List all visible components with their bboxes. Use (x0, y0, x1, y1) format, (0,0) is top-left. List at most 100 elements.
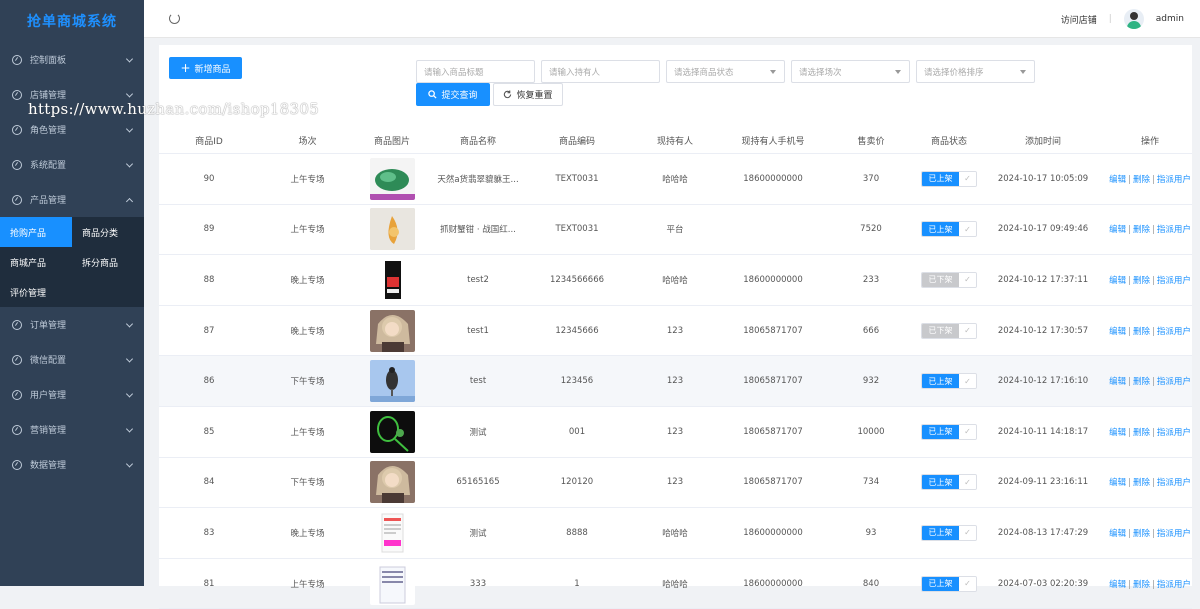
edit-link[interactable]: 编辑 (1109, 377, 1126, 387)
delete-link[interactable]: 删除 (1133, 327, 1150, 337)
cell-session: 上午专场 (290, 579, 325, 590)
assign-user-link[interactable]: 指派用户 (1157, 175, 1191, 185)
product-image-cell (356, 360, 428, 403)
delete-link[interactable]: 删除 (1133, 428, 1150, 438)
price-sort-select[interactable]: 请选择价格排序 (916, 60, 1035, 83)
delete-link[interactable]: 删除 (1133, 580, 1150, 590)
status-label: 已上架 (922, 374, 959, 389)
delete-link[interactable]: 删除 (1133, 529, 1150, 539)
dashboard-icon (12, 194, 22, 205)
assign-user-link[interactable]: 指派用户 (1157, 529, 1191, 539)
title-filter-input[interactable]: 请输入商品标题 (416, 60, 535, 83)
status-switch[interactable]: 已上架 ✓ (921, 423, 977, 440)
assign-user-link[interactable]: 指派用户 (1157, 478, 1191, 488)
submenu-item[interactable]: 评价管理 (0, 277, 72, 307)
edit-link[interactable]: 编辑 (1109, 428, 1126, 438)
edit-link[interactable]: 编辑 (1109, 327, 1126, 337)
product-image (369, 410, 415, 453)
refresh-icon[interactable] (169, 13, 180, 24)
submit-query-button[interactable]: 提交查询 (416, 83, 490, 106)
dashboard-icon (12, 159, 22, 170)
sidebar-item[interactable]: 用户管理 (0, 377, 144, 412)
table-row: 87 晚上专场 test1 12345666 123 18065871707 666 已下架 ✓… (159, 306, 1192, 357)
product-image-cell (356, 157, 428, 200)
status-select[interactable]: 请选择商品状态 (666, 60, 785, 83)
cell-session: 下午专场 (290, 478, 325, 489)
column-header: 现持有人手机号 (741, 137, 805, 147)
edit-link[interactable]: 编辑 (1109, 225, 1126, 235)
main-content: + 新增商品 请输入商品标题 请输入持有人 请选择商品状态 请选择场次 请选择价… (159, 45, 1192, 609)
delete-link[interactable]: 删除 (1133, 276, 1150, 286)
owner-filter-input[interactable]: 请输入持有人 (541, 60, 660, 83)
sidebar-item[interactable]: 营销管理 (0, 412, 144, 447)
status-switch[interactable]: 已上架 ✓ (921, 524, 977, 541)
cell-time: 2024-10-12 17:30:57 (997, 325, 1089, 336)
avatar[interactable] (1123, 9, 1144, 29)
assign-user-link[interactable]: 指派用户 (1157, 276, 1191, 286)
assign-user-link[interactable]: 指派用户 (1157, 225, 1191, 235)
user-name[interactable]: admin (1156, 14, 1184, 24)
cell-code: 1 (574, 578, 580, 589)
sidebar-item[interactable]: 微信配置 (0, 342, 144, 377)
cell-code: 001 (568, 426, 586, 437)
product-thumbnail (369, 360, 415, 403)
status-switch[interactable]: 已上架 ✓ (921, 221, 977, 238)
reset-button[interactable]: 恢复重置 (493, 83, 563, 106)
submenu-item[interactable]: 商城产品 (0, 247, 72, 277)
status-switch[interactable]: 已下架 ✓ (921, 322, 977, 339)
chevron-down-icon (125, 354, 134, 363)
assign-user-link[interactable]: 指派用户 (1157, 377, 1191, 387)
plus-icon: + (180, 61, 191, 75)
delete-link[interactable]: 删除 (1133, 175, 1150, 185)
status-switch[interactable]: 已上架 ✓ (921, 575, 977, 592)
column-header: 场次 (298, 137, 317, 147)
cell-code: TEXT0031 (555, 173, 599, 184)
delete-link[interactable]: 删除 (1133, 377, 1150, 387)
dashboard-icon (12, 424, 22, 435)
sidebar-item[interactable]: 订单管理 (0, 307, 144, 342)
sidebar-item-label: 角色管理 (30, 126, 67, 136)
assign-user-link[interactable]: 指派用户 (1157, 327, 1191, 337)
edit-link[interactable]: 编辑 (1109, 478, 1126, 488)
cell-name: test1 (467, 325, 489, 336)
chevron-down-icon (770, 70, 776, 74)
product-thumbnail (369, 157, 415, 200)
product-image (369, 309, 415, 352)
delete-link[interactable]: 删除 (1133, 225, 1150, 235)
table-row: 85 上午专场 测试 001 123 18065871707 10000 已上架 ✓ 2024-1… (159, 407, 1192, 458)
edit-link[interactable]: 编辑 (1109, 175, 1126, 185)
status-switch[interactable]: 已上架 ✓ (921, 474, 977, 491)
assign-user-link[interactable]: 指派用户 (1157, 428, 1191, 438)
column-header: 售卖价 (857, 137, 885, 147)
cell-phone: 18600000000 (743, 173, 803, 184)
check-icon: ✓ (959, 171, 976, 186)
sidebar-item[interactable]: 产品管理 (0, 182, 144, 217)
cell-owner: 哈哈哈 (662, 275, 688, 286)
add-product-button[interactable]: + 新增商品 (169, 57, 242, 79)
cell-name: test2 (467, 274, 489, 285)
submenu-item[interactable]: 拆分商品 (72, 247, 144, 277)
status-switch[interactable]: 已下架 ✓ (921, 271, 977, 288)
product-image (369, 511, 415, 554)
status-switch[interactable]: 已上架 ✓ (921, 373, 977, 390)
chevron-down-icon (125, 319, 134, 328)
submenu-item[interactable]: 抢购产品 (0, 217, 72, 247)
session-select[interactable]: 请选择场次 (791, 60, 910, 83)
owner-filter-placeholder: 请输入持有人 (549, 67, 601, 78)
edit-link[interactable]: 编辑 (1109, 529, 1126, 539)
sidebar-item[interactable]: 控制面板 (0, 42, 144, 77)
column-header: 商品编码 (558, 137, 595, 147)
cell-name: 333 (469, 578, 487, 589)
status-switch[interactable]: 已上架 ✓ (921, 170, 977, 187)
edit-link[interactable]: 编辑 (1109, 276, 1126, 286)
sidebar-item[interactable]: 数据管理 (0, 447, 144, 482)
delete-link[interactable]: 删除 (1133, 478, 1150, 488)
submenu-item[interactable]: 商品分类 (72, 217, 144, 247)
edit-link[interactable]: 编辑 (1109, 580, 1126, 590)
visit-store-link[interactable]: 访问店铺 (1061, 13, 1097, 26)
assign-user-link[interactable]: 指派用户 (1157, 580, 1191, 590)
cell-price: 932 (862, 376, 880, 387)
sidebar-item[interactable]: 系统配置 (0, 147, 144, 182)
cell-time: 2024-10-12 17:16:10 (997, 376, 1089, 387)
actions-cell: 编辑 | 删除 | 指派用户 (1108, 223, 1192, 235)
